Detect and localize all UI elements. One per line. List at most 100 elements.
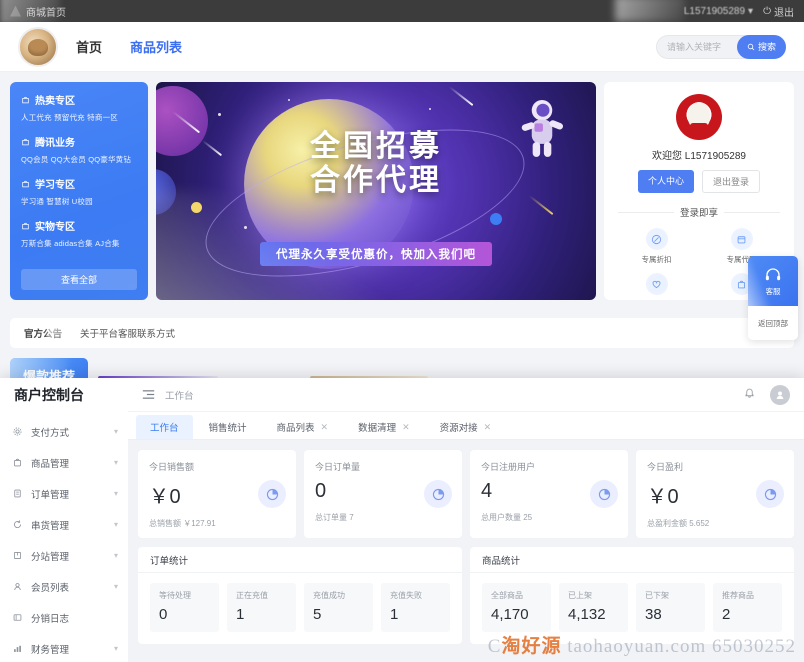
chart-icon [12,643,23,654]
banner-subtitle: 代理永久享受优惠价，快加入我们吧 [260,242,492,266]
nav-item-product-list[interactable]: 商品列表 [130,37,182,56]
mall-header: 首页 商品列表 请输入关键字 搜索 [0,22,804,72]
logout-button-panel[interactable]: 退出登录 [702,170,761,193]
logout-button[interactable]: ⏻ 退出 [763,4,794,19]
blur-streak-decor-3 [48,323,73,339]
close-icon[interactable]: ✕ [484,422,492,433]
category-title-label: 实物专区 [35,222,75,233]
sidebar-item-members[interactable]: 会员列表 ▾ [0,571,128,602]
category-group-study[interactable]: 学习专区 学习通 智慧树 U校园 [21,176,137,207]
list-icon [12,488,23,499]
browser-tab[interactable]: 商城首页 [10,4,66,19]
tab-data-cleanup[interactable]: 数据清理 ✕ [344,415,424,439]
pie-chart-icon [424,480,452,508]
floating-widget: 客服 返回顶部 [748,256,798,340]
stat-label: 已上架 [568,591,592,600]
chevron-down-icon: ▾ [113,582,118,591]
perks-title: 登录即享 [618,205,780,219]
tab-sales-stats[interactable]: 销售统计 [195,415,261,439]
sidebar-item-label: 商品管理 [31,458,70,470]
kpi-footnote: 总订单量 7 [315,513,354,522]
order-stat-failed: 充值失败 1 [381,583,450,632]
perk-discount[interactable]: 专属折扣 [616,228,697,265]
tab-resource-connect[interactable]: 资源对接 ✕ [426,415,506,439]
personal-center-button[interactable]: 个人中心 [637,170,694,193]
log-icon [12,612,23,623]
announcement-text[interactable]: 关于平台客服联系方式 [80,326,175,340]
stat-label: 等待处理 [159,591,191,600]
category-items: 人工代充 预留代充 特商一区 [21,113,118,122]
banner-star-decor [428,108,431,111]
merchant-console-panel: 商户控制台 支付方式 ▾ 商品管理 ▾ 订单管理 ▾ 串货管理 ▾ 分站管理 ▾… [0,378,804,662]
perk-label: 优惠特权 [642,299,672,300]
user-icon [12,581,23,592]
tab-workbench[interactable]: 工作台 [136,415,193,439]
sidebar-item-payment[interactable]: 支付方式 ▾ [0,416,128,447]
back-to-top-button[interactable]: 返回顶部 [748,306,798,340]
console-header: 工作台 [128,378,804,412]
stat-label: 全部商品 [491,591,523,600]
sidebar-item-orders[interactable]: 订单管理 ▾ [0,478,128,509]
mall-logo-icon[interactable] [18,26,58,67]
topbar-account[interactable]: L1571905289 ▾ [684,6,753,17]
collapse-menu-button[interactable] [142,389,155,400]
stat-value: 2 [722,606,731,623]
banner-comet-decor [448,86,474,107]
sidebar-item-label: 分站管理 [31,551,70,563]
kpi-label: 今日销售额 [149,462,195,472]
view-all-categories-button[interactable]: 查看全部 [21,269,137,290]
sidebar-item-products[interactable]: 商品管理 ▾ [0,447,128,478]
product-stats-panel: 商品统计 全部商品 4,170 已上架 4,132 已下架 38 推荐商品 2 [470,547,794,644]
nav-item-home[interactable]: 首页 [76,37,102,56]
avatar[interactable] [770,384,790,405]
sidebar-item-distribution-log[interactable]: 分销日志 [0,602,128,633]
category-sidebar: 热卖专区 人工代充 预留代充 特商一区 腾讯业务 QQ会员 QQ大会员 QQ豪华… [10,82,148,300]
category-title-label: 腾讯业务 [35,138,75,149]
customer-service-button[interactable]: 客服 [748,256,798,306]
widget-shine-decor [748,256,798,306]
kpi-footnote: 总销售额 ￥127.91 [149,519,216,528]
product-stat-recommended: 推荐商品 2 [713,583,782,632]
search-button[interactable]: 搜索 [736,34,786,59]
kpi-card-today-sales: 今日销售额 ￥0 总销售额 ￥127.91 [138,450,296,538]
category-group-hot[interactable]: 热卖专区 人工代充 预留代充 特商一区 [21,92,137,123]
banner-comet-decor [528,195,554,216]
close-icon[interactable]: ✕ [402,422,410,433]
stat-value: 4,170 [491,606,529,623]
banner-title-line2: 合作代理 [310,163,442,197]
sidebar-item-stock[interactable]: 串货管理 ▾ [0,509,128,540]
kpi-footnote: 总盈利金额 5.652 [647,519,710,528]
search-icon [747,43,755,50]
announcement-bar: 官方公告 关于平台客服联系方式 [10,318,794,348]
welcome-text: 欢迎您 L1571905289 [652,151,746,162]
stat-value: 0 [159,606,168,623]
chevron-down-icon: ▾ [113,427,118,436]
order-stat-success: 充值成功 5 [304,583,373,632]
perk-privilege[interactable]: 优惠特权 [616,273,697,300]
sidebar-item-label: 支付方式 [31,427,70,439]
category-group-tencent[interactable]: 腾讯业务 QQ会员 QQ大会员 QQ豪华黄钻 [21,134,137,165]
order-stats-panel: 订单统计 等待处理 0 正在充值 1 充值成功 5 充值失败 1 [138,547,462,644]
logout-label: 退出 [774,7,794,19]
pie-chart-icon [756,480,784,508]
category-title: 腾讯业务 [21,134,137,149]
sidebar-item-substation[interactable]: 分站管理 ▾ [0,540,128,571]
console-menu: 支付方式 ▾ 商品管理 ▾ 订单管理 ▾ 串货管理 ▾ 分站管理 ▾ 会员列表 … [0,412,128,662]
sidebar-item-finance[interactable]: 财务管理 ▾ [0,633,128,662]
bell-icon[interactable] [743,386,756,404]
stat-panels: 订单统计 等待处理 0 正在充值 1 充值成功 5 充值失败 1 商品统计 全部… [138,547,794,644]
promo-banner[interactable]: 全国招募 合作代理 代理永久享受优惠价，快加入我们吧 [156,82,596,300]
avatar[interactable] [676,94,722,140]
category-group-physical[interactable]: 实物专区 万斯合集 adidas合集 AJ合集 [21,218,137,249]
product-stat-unlisted: 已下架 38 [636,583,705,632]
power-icon: ⏻ [763,5,771,17]
tab-product-list[interactable]: 商品列表 ✕ [263,415,343,439]
kpi-card-today-profit: 今日盈利 ￥0 总盈利金额 5.652 [636,450,794,538]
blur-streak-decor [615,0,685,22]
sidebar-item-label: 财务管理 [31,644,70,656]
mall-body: 热卖专区 人工代充 预留代充 特商一区 腾讯业务 QQ会员 QQ大会员 QQ豪华… [0,72,804,310]
order-stat-recharging: 正在充值 1 [227,583,296,632]
category-title-label: 热卖专区 [35,96,75,107]
close-icon[interactable]: ✕ [321,422,329,433]
pie-chart-icon [258,480,286,508]
